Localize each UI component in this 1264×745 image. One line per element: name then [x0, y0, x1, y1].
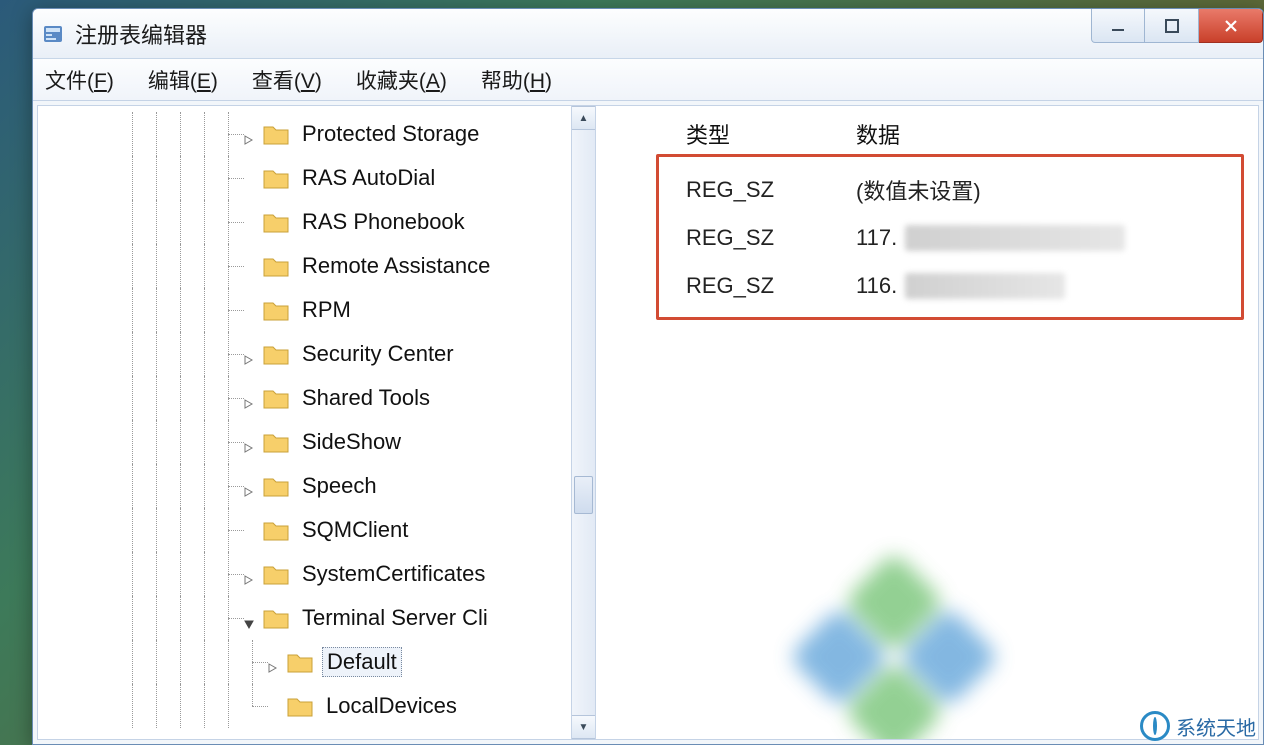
redacted-block	[905, 273, 1065, 299]
tree-label: SystemCertificates	[298, 560, 489, 588]
menu-favorites[interactable]: 收藏夹(A)	[350, 61, 453, 99]
folder-icon	[286, 650, 314, 674]
cell-type: REG_SZ	[596, 225, 856, 251]
menu-edit[interactable]: 编辑(E)	[142, 61, 224, 99]
tree-label: Default	[322, 647, 402, 677]
folder-icon	[262, 518, 290, 542]
tree-label: Shared Tools	[298, 384, 434, 412]
cell-data: 117.	[856, 225, 1258, 251]
window-title: 注册表编辑器	[75, 18, 207, 50]
col-header-data[interactable]: 数据	[856, 118, 1258, 150]
tree-label: SQMClient	[298, 516, 412, 544]
tree-item-terminal-server-client[interactable]: Terminal Server Cli	[38, 596, 571, 640]
expand-toggle-icon[interactable]	[242, 391, 256, 405]
tree-item-rpm[interactable]: RPM	[38, 288, 571, 332]
folder-icon	[262, 606, 290, 630]
folder-icon	[262, 122, 290, 146]
tree-label: Speech	[298, 472, 381, 500]
scroll-thumb[interactable]	[574, 476, 593, 514]
brand-label: 系统天地	[1176, 712, 1256, 741]
cell-data: 116.	[856, 273, 1258, 299]
folder-icon	[262, 298, 290, 322]
tree-item-default[interactable]: Default	[38, 640, 571, 684]
tree-item-sqmclient[interactable]: SQMClient	[38, 508, 571, 552]
cell-type: REG_SZ	[596, 273, 856, 299]
cell-data-text: 116.	[856, 273, 897, 299]
tree-item-sideshow[interactable]: SideShow	[38, 420, 571, 464]
brand-logo: 系统天地	[1140, 711, 1256, 741]
tree-pane: Protected Storage RAS AutoDial RAS Phone…	[38, 106, 596, 739]
registry-editor-window: 注册表编辑器 文件(F) 编辑(E) 查看(V) 收藏夹(A) 帮助(H)	[32, 8, 1264, 745]
cell-data: (数值未设置)	[856, 174, 1258, 206]
tree-item-ras-autodial[interactable]: RAS AutoDial	[38, 156, 571, 200]
cell-data-text: (数值未设置)	[856, 174, 981, 206]
menu-help[interactable]: 帮助(H)	[475, 61, 558, 99]
folder-icon	[262, 254, 290, 278]
minimize-button[interactable]	[1091, 9, 1145, 43]
tree-item-ras-phonebook[interactable]: RAS Phonebook	[38, 200, 571, 244]
tree-item-localdevices[interactable]: LocalDevices	[38, 684, 571, 728]
expand-toggle-icon[interactable]	[242, 567, 256, 581]
folder-icon	[262, 386, 290, 410]
tree-label: Remote Assistance	[298, 252, 494, 280]
tree-label: LocalDevices	[322, 692, 461, 720]
cell-data-text: 117.	[856, 225, 897, 251]
list-header[interactable]: 类型 数据	[596, 110, 1258, 160]
tree-item-systemcertificates[interactable]: SystemCertificates	[38, 552, 571, 596]
content-area: Protected Storage RAS AutoDial RAS Phone…	[37, 105, 1259, 740]
folder-icon	[262, 430, 290, 454]
expand-toggle-icon[interactable]	[242, 479, 256, 493]
cell-type: REG_SZ	[596, 177, 856, 203]
tree-label: Protected Storage	[298, 120, 483, 148]
tree-label: SideShow	[298, 428, 405, 456]
tree-item-security-center[interactable]: Security Center	[38, 332, 571, 376]
tree-label: Security Center	[298, 340, 458, 368]
menu-view[interactable]: 查看(V)	[246, 61, 328, 99]
expand-toggle-icon[interactable]	[242, 127, 256, 141]
tree-label: RAS AutoDial	[298, 164, 439, 192]
redacted-block	[905, 225, 1125, 251]
tree-scroll[interactable]: Protected Storage RAS AutoDial RAS Phone…	[38, 106, 571, 739]
folder-icon	[262, 342, 290, 366]
list-row[interactable]: REG_SZ 117.	[596, 214, 1258, 262]
folder-icon	[262, 474, 290, 498]
tree-item-remote-assistance[interactable]: Remote Assistance	[38, 244, 571, 288]
tree-label: RPM	[298, 296, 355, 324]
collapse-toggle-icon[interactable]	[242, 611, 256, 625]
expand-toggle-icon[interactable]	[242, 347, 256, 361]
list-row[interactable]: REG_SZ (数值未设置)	[596, 166, 1258, 214]
folder-icon	[286, 694, 314, 718]
tree-label: Terminal Server Cli	[298, 604, 492, 632]
menubar: 文件(F) 编辑(E) 查看(V) 收藏夹(A) 帮助(H)	[33, 59, 1263, 101]
folder-icon	[262, 210, 290, 234]
titlebar[interactable]: 注册表编辑器	[33, 9, 1263, 59]
close-button[interactable]	[1199, 9, 1263, 43]
regedit-icon	[41, 22, 65, 46]
tree-item-protected-storage[interactable]: Protected Storage	[38, 112, 571, 156]
folder-icon	[262, 562, 290, 586]
window-controls	[1091, 9, 1263, 43]
maximize-button[interactable]	[1145, 9, 1199, 43]
list-pane: 类型 数据 REG_SZ (数值未设置) REG_SZ 117.	[596, 106, 1258, 739]
menu-file[interactable]: 文件(F)	[39, 61, 120, 99]
tree-label: RAS Phonebook	[298, 208, 469, 236]
expand-toggle-icon[interactable]	[266, 655, 280, 669]
col-header-type[interactable]: 类型	[596, 118, 856, 150]
scroll-down-button[interactable]: ▼	[572, 715, 595, 739]
globe-icon	[1140, 711, 1170, 741]
expand-toggle-icon[interactable]	[242, 435, 256, 449]
tree-scrollbar[interactable]: ▲ ▼	[571, 106, 595, 739]
tree-item-shared-tools[interactable]: Shared Tools	[38, 376, 571, 420]
list-row[interactable]: REG_SZ 116.	[596, 262, 1258, 310]
scroll-up-button[interactable]: ▲	[572, 106, 595, 130]
tree-item-speech[interactable]: Speech	[38, 464, 571, 508]
folder-icon	[262, 166, 290, 190]
watermark	[808, 546, 1188, 739]
